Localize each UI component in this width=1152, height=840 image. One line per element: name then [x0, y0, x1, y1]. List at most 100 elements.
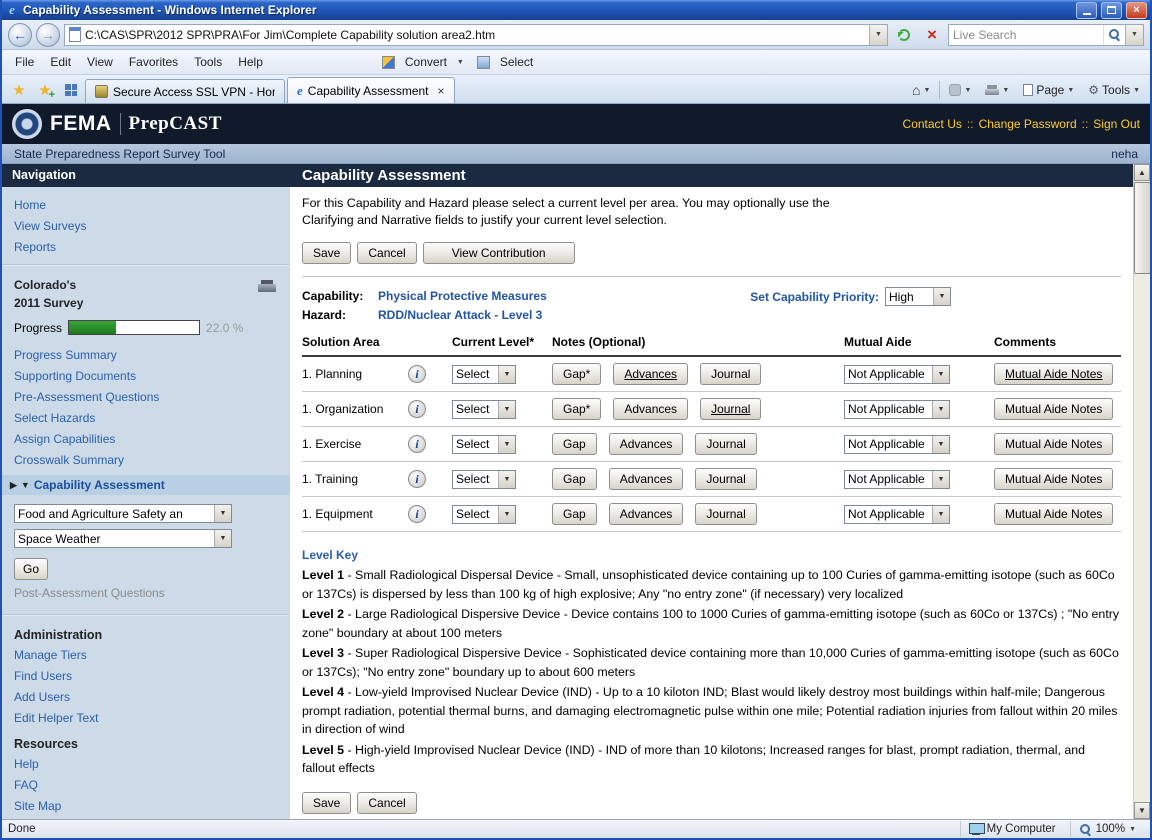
- scroll-down-button[interactable]: ▼: [1134, 802, 1150, 819]
- gap-button[interactable]: Gap*: [552, 363, 601, 385]
- sidebar-item-progress-summary[interactable]: Progress Summary: [2, 345, 290, 366]
- current-level-select[interactable]: Select▼: [452, 505, 516, 524]
- mutual-aide-select[interactable]: Not Applicable▼: [844, 470, 950, 489]
- zoom-dropdown-arrow-icon[interactable]: ▼: [1129, 826, 1136, 833]
- mutual-aide-select[interactable]: Not Applicable▼: [844, 505, 950, 524]
- gap-button[interactable]: Gap: [552, 503, 597, 525]
- contact-us-link[interactable]: Contact Us: [903, 117, 962, 131]
- menu-edit[interactable]: Edit: [43, 52, 78, 72]
- mutual-aide-select[interactable]: Not Applicable▼: [844, 400, 950, 419]
- vertical-scrollbar[interactable]: ▲ ▼: [1133, 164, 1150, 819]
- tab-capability-assessment[interactable]: e Capability Assessment ×: [287, 77, 455, 103]
- favorites-center-button[interactable]: ★: [7, 78, 31, 102]
- zoom-control[interactable]: 100% ▼: [1070, 821, 1144, 837]
- menu-favorites[interactable]: Favorites: [122, 52, 185, 72]
- capability-link[interactable]: Physical Protective Measures: [378, 289, 547, 303]
- search-button[interactable]: [1103, 25, 1125, 45]
- page-menu-button[interactable]: Page▼: [1018, 81, 1079, 99]
- sidebar-item-site-map[interactable]: Site Map: [2, 796, 290, 817]
- address-field[interactable]: C:\CAS\SPR\2012 SPR\PRA\For Jim\Complete…: [64, 24, 888, 46]
- capability-select[interactable]: Food and Agriculture Safety an ▼: [14, 504, 232, 523]
- maximize-button[interactable]: [1101, 2, 1122, 19]
- info-icon[interactable]: i: [408, 365, 426, 383]
- tab-ssl-vpn-home[interactable]: Secure Access SSL VPN - Home: [85, 79, 285, 103]
- advances-button[interactable]: Advances: [609, 468, 684, 490]
- search-dropdown-arrow-icon[interactable]: ▼: [1125, 25, 1143, 45]
- gap-button[interactable]: Gap: [552, 468, 597, 490]
- select-button[interactable]: Select: [493, 52, 540, 72]
- search-input[interactable]: [949, 26, 1103, 44]
- print-survey-icon[interactable]: [258, 280, 276, 294]
- save-button[interactable]: Save: [302, 242, 351, 264]
- sign-out-link[interactable]: Sign Out: [1093, 117, 1140, 131]
- sidebar-item-assign-capabilities[interactable]: Assign Capabilities: [2, 429, 290, 450]
- hazard-link[interactable]: RDD/Nuclear Attack - Level 3: [378, 308, 542, 322]
- convert-button[interactable]: Convert: [398, 52, 454, 72]
- forward-button[interactable]: →: [36, 23, 60, 47]
- menu-view[interactable]: View: [80, 52, 120, 72]
- gap-button[interactable]: Gap: [552, 433, 597, 455]
- mutual-aide-notes-button[interactable]: Mutual Aide Notes: [994, 363, 1113, 385]
- sidebar-item-find-users[interactable]: Find Users: [2, 666, 290, 687]
- mutual-aide-select[interactable]: Not Applicable▼: [844, 435, 950, 454]
- current-level-select[interactable]: Select▼: [452, 435, 516, 454]
- advances-button[interactable]: Advances: [609, 433, 684, 455]
- sidebar-item-help[interactable]: Help: [2, 754, 290, 775]
- priority-select[interactable]: High ▼: [885, 287, 951, 306]
- current-level-select[interactable]: Select▼: [452, 400, 516, 419]
- cancel-button[interactable]: Cancel: [357, 242, 416, 264]
- sidebar-item-capability-assessment[interactable]: ▶ ▼ Capability Assessment: [2, 475, 290, 495]
- tools-menu-button[interactable]: ⚙Tools▼: [1083, 81, 1145, 99]
- home-button[interactable]: ⌂▼: [907, 80, 935, 100]
- gap-button[interactable]: Gap*: [552, 398, 601, 420]
- mutual-aide-notes-button[interactable]: Mutual Aide Notes: [994, 398, 1113, 420]
- scrollbar-track[interactable]: [1134, 181, 1150, 802]
- menu-tools[interactable]: Tools: [187, 52, 229, 72]
- convert-dropdown-arrow-icon[interactable]: ▼: [457, 59, 464, 66]
- scroll-up-button[interactable]: ▲: [1134, 164, 1150, 181]
- view-contribution-button[interactable]: View Contribution: [423, 242, 575, 264]
- journal-button[interactable]: Journal: [695, 433, 756, 455]
- journal-button[interactable]: Journal: [700, 363, 761, 385]
- minimize-button[interactable]: [1076, 2, 1097, 19]
- sidebar-item-edit-helper-text[interactable]: Edit Helper Text: [2, 708, 290, 729]
- advances-button[interactable]: Advances: [613, 398, 688, 420]
- hazard-select[interactable]: Space Weather ▼: [14, 529, 232, 548]
- info-icon[interactable]: i: [408, 470, 426, 488]
- back-button[interactable]: ←: [8, 23, 32, 47]
- sidebar-item-add-users[interactable]: Add Users: [2, 687, 290, 708]
- mutual-aide-notes-button[interactable]: Mutual Aide Notes: [994, 433, 1113, 455]
- current-level-select[interactable]: Select▼: [452, 470, 516, 489]
- change-password-link[interactable]: Change Password: [979, 117, 1077, 131]
- sidebar-item-manage-tiers[interactable]: Manage Tiers: [2, 645, 290, 666]
- info-icon[interactable]: i: [408, 435, 426, 453]
- mutual-aide-notes-button[interactable]: Mutual Aide Notes: [994, 503, 1113, 525]
- stop-button[interactable]: ×: [920, 23, 944, 47]
- sidebar-item-pre-assessment-questions[interactable]: Pre-Assessment Questions: [2, 387, 290, 408]
- sidebar-item-crosswalk-summary[interactable]: Crosswalk Summary: [2, 450, 290, 471]
- sidebar-item-select-hazards[interactable]: Select Hazards: [2, 408, 290, 429]
- info-icon[interactable]: i: [408, 505, 426, 523]
- advances-button[interactable]: Advances: [609, 503, 684, 525]
- sidebar-item-supporting-documents[interactable]: Supporting Documents: [2, 366, 290, 387]
- save-button[interactable]: Save: [302, 792, 351, 814]
- sidebar-item-faq[interactable]: FAQ: [2, 775, 290, 796]
- sidebar-item-view-surveys[interactable]: View Surveys: [2, 216, 290, 237]
- sidebar-item-home[interactable]: Home: [2, 195, 290, 216]
- journal-button[interactable]: Journal: [700, 398, 761, 420]
- current-level-select[interactable]: Select▼: [452, 365, 516, 384]
- quick-tabs-button[interactable]: [59, 78, 83, 102]
- scrollbar-thumb[interactable]: [1134, 182, 1150, 274]
- add-favorite-button[interactable]: ★+: [33, 78, 57, 102]
- tab-close-icon[interactable]: ×: [438, 84, 445, 98]
- print-button[interactable]: ▼: [980, 83, 1014, 98]
- menu-file[interactable]: File: [8, 52, 41, 72]
- feeds-button[interactable]: ▼: [944, 82, 976, 98]
- journal-button[interactable]: Journal: [695, 503, 756, 525]
- advances-button[interactable]: Advances: [613, 363, 688, 385]
- go-button[interactable]: Go: [14, 558, 48, 580]
- menu-help[interactable]: Help: [231, 52, 270, 72]
- refresh-button[interactable]: [892, 23, 916, 47]
- cancel-button[interactable]: Cancel: [357, 792, 416, 814]
- mutual-aide-select[interactable]: Not Applicable▼: [844, 365, 950, 384]
